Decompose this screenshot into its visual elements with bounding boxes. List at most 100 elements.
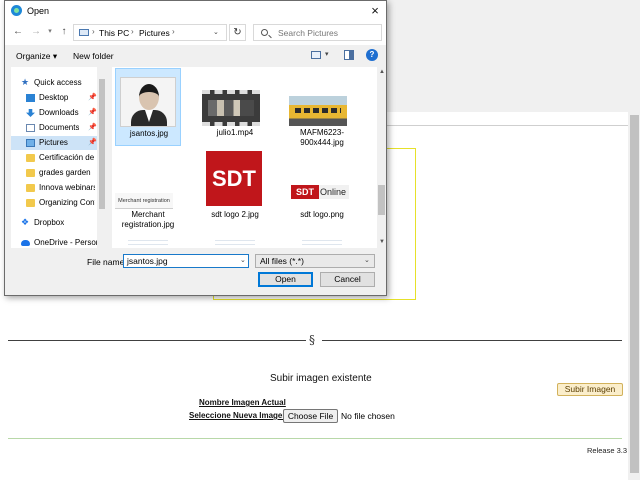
breadcrumb-chevron-icon[interactable]: › [172, 27, 175, 36]
chevron-down-icon[interactable]: ⌄ [364, 256, 370, 264]
open-file-dialog: Open × ← → ▾ ↑ › This PC › Pictures › ⌄ … [4, 0, 387, 296]
open-button[interactable]: Open [258, 272, 313, 287]
folder-icon [26, 184, 35, 192]
file-list-scrollbar[interactable]: ▲ ▼ [377, 67, 386, 248]
cancel-button[interactable]: Cancel [320, 272, 375, 287]
nav-item-label: Pictures [39, 138, 68, 147]
nav-item-label: OneDrive - Persor [34, 238, 97, 247]
search-box[interactable]: Search Pictures [253, 24, 382, 41]
dialog-footer: File name: jsantos.jpg ⌄ All files (*.*)… [5, 248, 386, 295]
nav-item-label: Quick access [34, 78, 82, 87]
portrait-thumbnail [120, 77, 176, 127]
breadcrumb-this-pc[interactable]: This PC [99, 28, 129, 38]
file-list-scrollbar-thumb[interactable] [378, 185, 385, 215]
this-pc-icon [79, 29, 89, 36]
merchant-thumbnail-text: Merchant registration [115, 193, 173, 209]
pictures-icon [26, 139, 35, 147]
address-row: ← → ▾ ↑ › This PC › Pictures › ⌄ ↻ Searc… [5, 21, 386, 45]
file-item-mafm6223[interactable]: MAFM6223-900x444.jpg [289, 68, 355, 147]
document-thumbnail[interactable] [128, 237, 168, 248]
nav-item-folder[interactable]: Innova webinars [11, 181, 97, 195]
breadcrumb-pictures[interactable]: Pictures [139, 28, 170, 38]
page-header-area [384, 0, 628, 112]
new-folder-button[interactable]: New folder [73, 51, 114, 61]
search-icon [261, 29, 268, 36]
organize-menu-button[interactable]: Organize ▾ [16, 51, 57, 62]
dialog-title: Open [27, 6, 50, 16]
file-name-dropdown-icon[interactable]: ⌄ [240, 256, 246, 264]
file-name: sdt logo.png [300, 210, 344, 219]
nav-item-quick-access[interactable]: ★ Quick access [11, 76, 97, 90]
nav-item-label: Downloads [39, 108, 79, 117]
scroll-up-icon[interactable]: ▲ [379, 69, 385, 75]
file-item-julio1[interactable]: julio1.mp4 [202, 68, 268, 146]
file-name-label: File name: [87, 257, 127, 267]
document-thumbnail[interactable] [215, 237, 255, 248]
pin-icon: 📌 [88, 139, 97, 146]
nav-item-label: Desktop [39, 93, 69, 102]
upload-section-title: Subir imagen existente [270, 373, 372, 384]
help-icon[interactable]: ? [366, 49, 378, 61]
recent-locations-chevron-icon[interactable]: ▾ [43, 25, 57, 39]
nav-item-label: Organizing Cont [39, 198, 95, 207]
footer-divider [8, 438, 622, 439]
nav-item-folder[interactable]: grades garden [11, 166, 97, 180]
nav-pane-scrollbar-thumb[interactable] [99, 79, 105, 209]
preview-pane-icon[interactable] [344, 50, 354, 60]
dialog-titlebar[interactable]: Open × [5, 1, 386, 21]
nav-item-folder[interactable]: Organizing Cont [11, 196, 97, 210]
file-item-jsantos[interactable]: jsantos.jpg [115, 68, 181, 146]
choose-file-button[interactable]: Choose File [283, 409, 338, 423]
upload-image-button[interactable]: Subir Imagen [557, 383, 623, 396]
back-arrow-icon[interactable]: ← [11, 25, 25, 39]
refresh-icon[interactable]: ↻ [229, 24, 246, 41]
file-name: sdt logo 2.jpg [211, 210, 259, 219]
scroll-down-icon[interactable]: ▼ [379, 239, 385, 245]
dropbox-icon: ❖ [21, 217, 30, 227]
section-rule-left [8, 340, 306, 341]
forward-arrow-icon[interactable]: → [29, 25, 43, 39]
up-arrow-icon[interactable]: ↑ [57, 25, 71, 39]
close-icon[interactable]: × [367, 3, 383, 19]
section-mark: § [309, 333, 315, 347]
nav-item-desktop[interactable]: Desktop 📌 [11, 91, 97, 105]
nav-item-dropbox[interactable]: ❖ Dropbox [11, 216, 97, 230]
file-name: Merchant registration.jpg [121, 210, 175, 229]
pin-icon: 📌 [88, 124, 97, 131]
breadcrumb-chevron-icon[interactable]: › [92, 27, 95, 36]
downloads-icon [26, 109, 35, 117]
file-name-input[interactable]: jsantos.jpg [123, 254, 249, 268]
nav-item-folder[interactable]: Certificación de [11, 151, 97, 165]
sdt-logo-thumbnail: SDT [206, 151, 262, 206]
folder-icon [26, 199, 35, 207]
file-item-merchant-registration[interactable]: Merchant registration Merchant registrat… [115, 151, 181, 229]
breadcrumb-chevron-icon[interactable]: › [131, 27, 134, 36]
nav-item-label: grades garden [39, 168, 91, 177]
sdt-online-logo-right: Online [319, 185, 349, 199]
nav-item-downloads[interactable]: Downloads 📌 [11, 106, 97, 120]
nav-item-pictures[interactable]: Pictures 📌 [11, 136, 97, 150]
nav-item-documents[interactable]: Documents 📌 [11, 121, 97, 135]
file-item-sdt-logo[interactable]: SDT Online sdt logo.png [289, 151, 355, 229]
search-input[interactable]: Search Pictures [278, 28, 338, 38]
pin-icon: 📌 [88, 94, 97, 101]
file-type-select[interactable]: All files (*.*) [255, 254, 375, 268]
pin-icon: 📌 [88, 109, 97, 116]
file-item-sdt-logo-2[interactable]: SDT sdt logo 2.jpg [202, 151, 268, 229]
nav-item-label: Documents [39, 123, 80, 132]
desktop-icon [26, 94, 35, 102]
video-thumbnail [202, 90, 260, 126]
document-thumbnail[interactable] [302, 237, 342, 248]
address-history-dropdown-icon[interactable]: ⌄ [213, 28, 219, 36]
folder-icon [26, 154, 35, 162]
star-icon: ★ [21, 77, 30, 87]
address-bar[interactable]: › This PC › Pictures › ⌄ [73, 24, 227, 41]
school-bus-thumbnail [289, 96, 347, 126]
file-list: jsantos.jpg julio1.mp4 MAFM6223-900x444.… [112, 67, 377, 248]
current-image-name-label: Nombre Imagen Actual [199, 398, 286, 407]
page-scrollbar-thumb[interactable] [630, 115, 639, 473]
browser-logo-icon [11, 5, 22, 16]
change-view-button[interactable]: ▾ [311, 50, 333, 62]
sdt-online-thumbnail: SDT Online [291, 183, 349, 201]
documents-icon [26, 124, 35, 132]
